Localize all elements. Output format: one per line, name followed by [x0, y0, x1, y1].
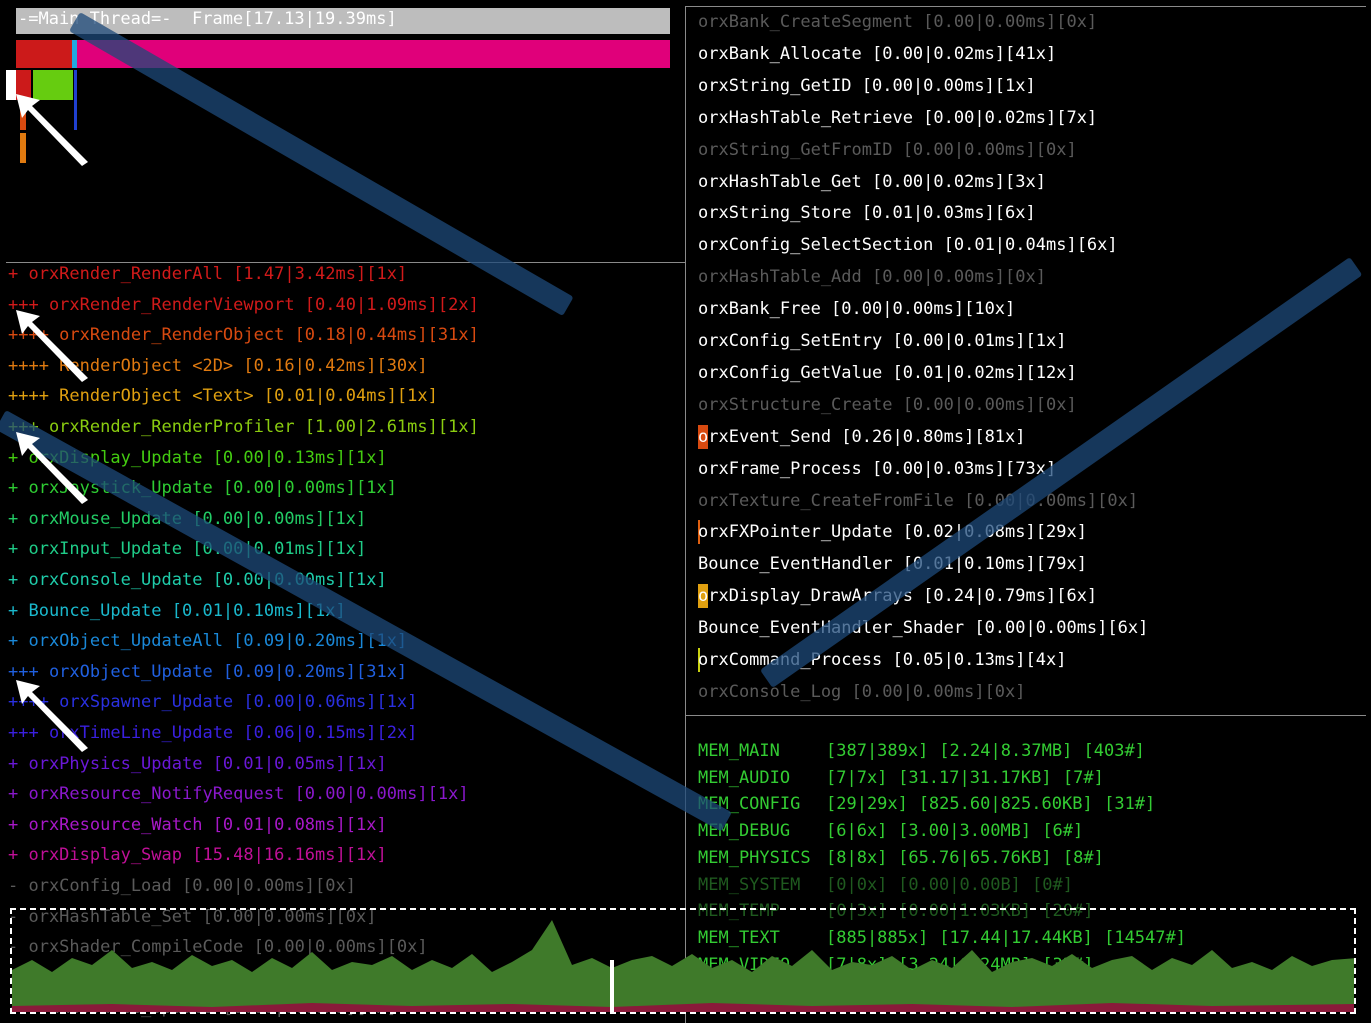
- function-row[interactable]: orxBank_Allocate [0.00|0.02ms][41x]: [698, 44, 1056, 64]
- function-row[interactable]: orxCommand_Process [0.05|0.13ms][4x]: [698, 650, 1066, 670]
- memory-name: MEM_PHYSICS: [698, 847, 811, 868]
- memory-allocs: [8#]: [1062, 847, 1104, 868]
- update-marker-block[interactable]: [72, 40, 77, 68]
- function-row[interactable]: orxConfig_SelectSection [0.01|0.04ms][6x…: [698, 235, 1118, 255]
- cursor-arrow-icon: [16, 432, 88, 504]
- cursor-arrow-icon: [16, 680, 88, 752]
- memory-name: MEM_AUDIO: [698, 767, 791, 788]
- call-tree-row[interactable]: ++++ RenderObject <Text> [0.01|0.04ms][1…: [8, 386, 438, 406]
- vertical-divider: [685, 6, 686, 1023]
- function-row[interactable]: orxConsole_Log [0.00|0.00ms][0x]: [698, 682, 1026, 702]
- memory-counts: [7|7x]: [826, 767, 888, 788]
- call-tree-row[interactable]: + orxRender_RenderAll [1.47|3.42ms][1x]: [8, 264, 407, 284]
- call-tree-row[interactable]: + orxObject_UpdateAll [0.09|0.20ms][1x]: [8, 631, 407, 651]
- memory-allocs: [6#]: [1042, 821, 1084, 842]
- function-row[interactable]: orxHashTable_Retrieve [0.00|0.02ms][7x]: [698, 108, 1097, 128]
- function-row[interactable]: orxString_GetID [0.00|0.00ms][1x]: [698, 76, 1036, 96]
- function-row[interactable]: orxConfig_GetValue [0.01|0.02ms][12x]: [698, 363, 1077, 383]
- memory-name: MEM_MAIN: [698, 741, 780, 761]
- memory-name: MEM_SYSTEM: [698, 874, 801, 895]
- call-tree-row[interactable]: + Bounce_Update [0.01|0.10ms][1x]: [8, 601, 346, 621]
- memory-counts: [0|0x]: [826, 874, 888, 895]
- function-row[interactable]: orxTexture_CreateFromFile [0.00|0.00ms][…: [698, 491, 1138, 511]
- function-row[interactable]: orxBank_CreateSegment [0.00|0.00ms][0x]: [698, 12, 1097, 32]
- memory-allocs: [0#]: [1032, 874, 1073, 895]
- memory-size: [2.24|8.37MB]: [939, 741, 1073, 761]
- function-row[interactable]: orxString_Store [0.01|0.03ms][6x]: [698, 203, 1036, 223]
- memory-counts: [29|29x]: [826, 794, 908, 815]
- call-tree-row[interactable]: + orxResource_NotifyRequest [0.00|0.00ms…: [8, 784, 469, 804]
- memory-size: [3.00|3.00MB]: [898, 821, 1032, 842]
- function-row[interactable]: Bounce_EventHandler [0.01|0.10ms][79x]: [698, 554, 1087, 574]
- call-tree-row[interactable]: + orxResource_Watch [0.01|0.08ms][1x]: [8, 815, 387, 835]
- memory-size: [31.17|31.17KB]: [898, 767, 1052, 788]
- function-row[interactable]: orxBank_Free [0.00|0.00ms][10x]: [698, 299, 1015, 319]
- function-row[interactable]: orxHashTable_Get [0.00|0.02ms][3x]: [698, 172, 1046, 192]
- memory-counts: [387|389x]: [826, 741, 929, 761]
- memory-allocs: [31#]: [1104, 794, 1156, 815]
- call-tree-row[interactable]: + orxInput_Update [0.00|0.01ms][1x]: [8, 539, 366, 559]
- function-row[interactable]: orxConfig_SetEntry [0.00|0.01ms][1x]: [698, 331, 1066, 351]
- main-thread-header[interactable]: -=Main Thread=- Frame[17.13|19.39ms]: [16, 8, 670, 34]
- memory-allocs: [403#]: [1083, 741, 1145, 761]
- memory-size: [65.76|65.76KB]: [898, 847, 1052, 868]
- render-all-block[interactable]: [16, 40, 74, 68]
- call-tree-row[interactable]: + orxPhysics_Update [0.01|0.05ms][1x]: [8, 754, 387, 774]
- right-divider: [686, 715, 1366, 716]
- function-row[interactable]: Bounce_EventHandler_Shader [0.00|0.00ms]…: [698, 618, 1148, 638]
- memory-size: [825.60|825.60KB]: [918, 794, 1093, 815]
- cursor-arrow-icon: [16, 310, 88, 382]
- frame-graph-svg: [12, 920, 1354, 1012]
- frame-history-graph[interactable]: [10, 908, 1356, 1014]
- memory-counts: [6|6x]: [826, 821, 888, 842]
- function-row[interactable]: orxFXPointer_Update [0.02|0.08ms][29x]: [698, 522, 1087, 542]
- function-row[interactable]: orxString_GetFromID [0.00|0.00ms][0x]: [698, 140, 1077, 160]
- function-row[interactable]: orxStructure_Create [0.00|0.00ms][0x]: [698, 395, 1077, 415]
- call-tree-row[interactable]: + orxConsole_Update [0.00|0.00ms][1x]: [8, 570, 387, 590]
- memory-counts: [8|8x]: [826, 847, 888, 868]
- top-border: [686, 6, 1366, 7]
- top-left-divider: [6, 262, 685, 263]
- function-row[interactable]: orxEvent_Send [0.26|0.80ms][81x]: [698, 427, 1026, 447]
- call-tree-row[interactable]: + orxDisplay_Swap [15.48|16.16ms][1x]: [8, 845, 387, 865]
- memory-allocs: [7#]: [1062, 767, 1104, 788]
- call-tree-row[interactable]: - orxConfig_Load [0.00|0.00ms][0x]: [8, 876, 356, 896]
- function-row[interactable]: orxFrame_Process [0.00|0.03ms][73x]: [698, 459, 1056, 479]
- cursor-arrow-icon: [16, 94, 88, 166]
- memory-size: [0.00|0.00B]: [898, 874, 1021, 895]
- function-row[interactable]: orxHashTable_Add [0.00|0.00ms][0x]: [698, 267, 1046, 287]
